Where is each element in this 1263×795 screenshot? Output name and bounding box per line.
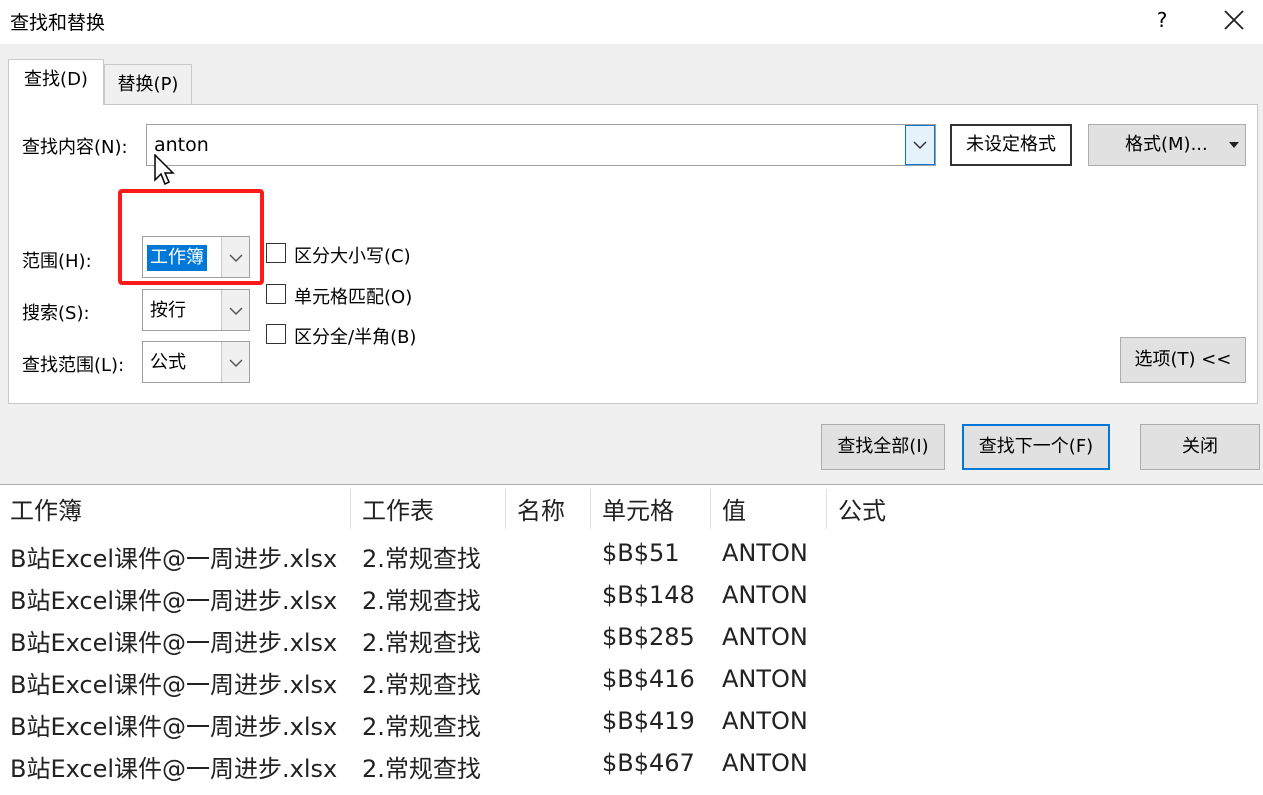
cell-value: ANTON <box>722 539 808 567</box>
match-byte-label: 区分全/半角(B) <box>294 327 417 348</box>
cell-value: ANTON <box>722 623 808 651</box>
column-divider[interactable] <box>590 489 591 529</box>
find-all-button[interactable]: 查找全部(I) <box>821 424 945 470</box>
table-row[interactable]: B站Excel课件@一周进步.xlsx 2.常规查找 $B$467 ANTON <box>0 745 1263 787</box>
cell-value: ANTON <box>722 707 808 735</box>
match-entire-cell-label: 单元格匹配(O) <box>294 287 413 308</box>
match-case-checkbox[interactable] <box>266 243 286 263</box>
search-value: 按行 <box>150 300 186 321</box>
table-row[interactable]: B站Excel课件@一周进步.xlsx 2.常规查找 $B$416 ANTON <box>0 661 1263 703</box>
tab-find[interactable]: 查找(D) <box>8 59 104 105</box>
cell-value: ANTON <box>722 581 808 609</box>
cell-workbook: B站Excel课件@一周进步.xlsx <box>10 713 338 741</box>
cell-sheet: 2.常规查找 <box>362 755 481 783</box>
close-icon[interactable] <box>1218 4 1250 36</box>
match-byte-checkbox[interactable] <box>266 324 286 344</box>
chevron-down-icon[interactable] <box>221 342 249 382</box>
find-what-label: 查找内容(N): <box>22 137 128 158</box>
cell-value: ANTON <box>722 665 808 693</box>
find-what-combobox[interactable] <box>146 124 936 166</box>
column-header-formula[interactable]: 公式 <box>838 491 886 526</box>
find-next-button[interactable]: 查找下一个(F) <box>962 424 1110 470</box>
cell-workbook: B站Excel课件@一周进步.xlsx <box>10 671 338 699</box>
column-header-name[interactable]: 名称 <box>517 491 565 526</box>
column-header-workbook[interactable]: 工作簿 <box>10 491 82 526</box>
look-in-value: 公式 <box>150 352 186 373</box>
cell-address: $B$285 <box>602 623 695 651</box>
cell-sheet: 2.常规查找 <box>362 629 481 657</box>
results-list: 工作簿 工作表 名称 单元格 值 公式 B站Excel课件@一周进步.xlsx … <box>0 484 1263 795</box>
help-button[interactable]: ? <box>1148 4 1176 36</box>
dialog-title: 查找和替换 <box>10 12 106 34</box>
options-button[interactable]: 选项(T) << <box>1120 337 1246 383</box>
chevron-down-icon[interactable] <box>221 290 249 330</box>
within-label: 范围(H): <box>22 251 92 272</box>
cell-workbook: B站Excel课件@一周进步.xlsx <box>10 587 338 615</box>
caret-down-icon <box>1227 125 1241 180</box>
cell-address: $B$419 <box>602 707 695 735</box>
cell-workbook: B站Excel课件@一周进步.xlsx <box>10 545 338 573</box>
column-header-value[interactable]: 值 <box>722 491 746 526</box>
column-header-sheet[interactable]: 工作表 <box>362 491 434 526</box>
cell-address: $B$148 <box>602 581 695 609</box>
cell-workbook: B站Excel课件@一周进步.xlsx <box>10 755 338 783</box>
cell-sheet: 2.常规查找 <box>362 713 481 741</box>
search-label: 搜索(S): <box>22 303 90 324</box>
within-value: 工作簿 <box>147 245 207 271</box>
chevron-down-icon[interactable] <box>905 125 935 165</box>
no-format-set-button[interactable]: 未设定格式 <box>950 124 1072 166</box>
cell-sheet: 2.常规查找 <box>362 671 481 699</box>
column-divider[interactable] <box>826 489 827 529</box>
column-divider[interactable] <box>505 489 506 529</box>
match-case-label: 区分大小写(C) <box>294 246 411 267</box>
cell-address: $B$51 <box>602 539 680 567</box>
cell-workbook: B站Excel课件@一周进步.xlsx <box>10 629 338 657</box>
cell-address: $B$416 <box>602 665 695 693</box>
format-button[interactable]: 格式(M)... <box>1088 124 1246 166</box>
cell-address: $B$467 <box>602 749 695 777</box>
table-row[interactable]: B站Excel课件@一周进步.xlsx 2.常规查找 $B$419 ANTON <box>0 703 1263 745</box>
look-in-label: 查找范围(L): <box>22 355 125 376</box>
close-button[interactable]: 关闭 <box>1140 424 1260 470</box>
cell-sheet: 2.常规查找 <box>362 545 481 573</box>
column-header-cell[interactable]: 单元格 <box>602 491 674 526</box>
cell-sheet: 2.常规查找 <box>362 587 481 615</box>
find-what-input[interactable] <box>147 125 905 165</box>
mouse-pointer-icon <box>154 153 178 192</box>
tab-replace[interactable]: 替换(P) <box>104 64 192 106</box>
column-divider[interactable] <box>350 489 351 529</box>
match-entire-cell-checkbox[interactable] <box>266 284 286 304</box>
within-select[interactable]: 工作簿 <box>142 236 250 278</box>
search-select[interactable]: 按行 <box>142 289 250 331</box>
table-row[interactable]: B站Excel课件@一周进步.xlsx 2.常规查找 $B$51 ANTON <box>0 535 1263 577</box>
chevron-down-icon[interactable] <box>221 237 249 277</box>
table-row[interactable]: B站Excel课件@一周进步.xlsx 2.常规查找 $B$148 ANTON <box>0 577 1263 619</box>
cell-value: ANTON <box>722 749 808 777</box>
table-row[interactable]: B站Excel课件@一周进步.xlsx 2.常规查找 $B$285 ANTON <box>0 619 1263 661</box>
format-button-label: 格式(M)... <box>1125 134 1208 155</box>
title-bar: 查找和替换 ? <box>0 0 1263 44</box>
column-divider[interactable] <box>710 489 711 529</box>
look-in-select[interactable]: 公式 <box>142 341 250 383</box>
